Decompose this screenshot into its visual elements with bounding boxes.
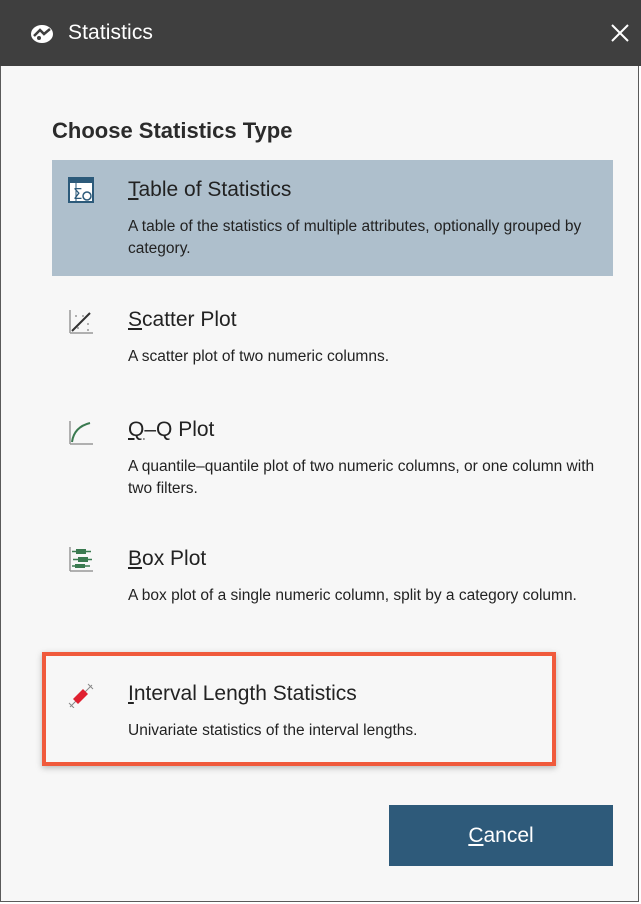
- option-description: A quantile–quantile plot of two numeric …: [128, 458, 595, 497]
- close-icon[interactable]: [604, 17, 636, 49]
- option-scatter-plot[interactable]: Scatter Plot A scatter plot of two numer…: [52, 290, 613, 382]
- option-description: A scatter plot of two numeric columns.: [128, 348, 390, 365]
- cancel-button[interactable]: Cancel: [389, 805, 613, 866]
- dialog-heading: Choose Statistics Type: [52, 118, 293, 143]
- window-title: Statistics: [68, 21, 154, 44]
- app-logo-icon: [31, 25, 53, 43]
- option-description: A table of the statistics of multiple at…: [128, 218, 582, 257]
- box-plot-icon: [69, 547, 93, 572]
- table-sigma-icon: Σ: [68, 177, 94, 203]
- option-table-of-statistics[interactable]: Σ Table of Statistics A table of the sta…: [52, 160, 613, 276]
- title-bar: Statistics: [0, 0, 641, 66]
- svg-text:Σ: Σ: [73, 185, 82, 203]
- option-title: Box Plot: [128, 547, 207, 570]
- qq-plot-icon: [69, 421, 93, 445]
- highlight-box: [42, 652, 556, 766]
- option-title: Q–Q Plot: [128, 418, 215, 441]
- option-box-plot[interactable]: Box Plot A box plot of a single numeric …: [52, 529, 613, 645]
- option-title: Scatter Plot: [128, 308, 237, 331]
- option-title: Table of Statistics: [128, 178, 292, 201]
- option-description: A box plot of a single numeric column, s…: [128, 587, 577, 604]
- scatter-plot-icon: [69, 310, 93, 334]
- option-qq-plot[interactable]: Q–Q Plot A quantile–quantile plot of two…: [52, 400, 613, 516]
